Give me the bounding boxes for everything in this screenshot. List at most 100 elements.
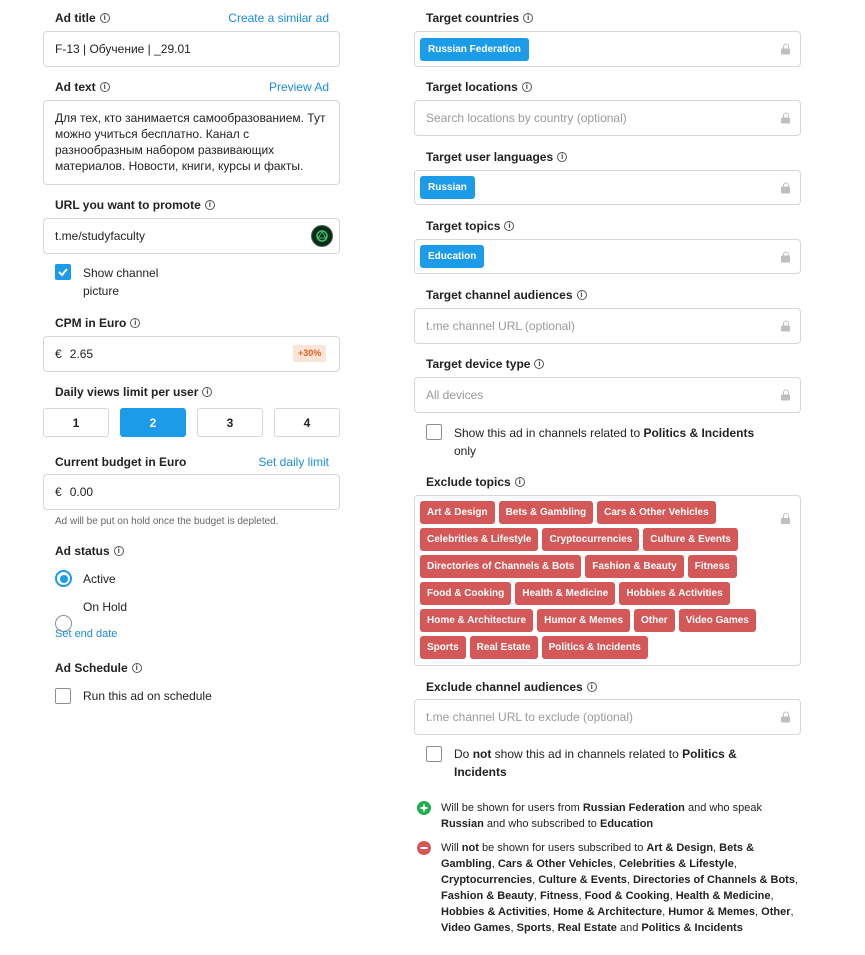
exclude-chip[interactable]: Cryptocurrencies <box>542 528 640 551</box>
exclude-chip[interactable]: Sports <box>420 636 466 659</box>
info-icon[interactable]: i <box>514 477 525 487</box>
exclude-chip[interactable]: Bets & Gambling <box>498 501 594 524</box>
target-languages-field[interactable]: Russian <box>414 170 801 205</box>
set-end-date-link[interactable]: Set end date <box>55 628 117 640</box>
cpm-badge: +30% <box>293 345 327 362</box>
info-icon[interactable]: i <box>523 13 534 23</box>
lock-icon <box>781 389 790 401</box>
lock-icon <box>781 711 790 723</box>
lock-icon <box>781 112 790 124</box>
exclude-chip[interactable]: Hobbies & Activities <box>619 582 730 605</box>
exclude-chip[interactable]: Food & Cooking <box>420 582 512 605</box>
info-icon[interactable]: i <box>204 200 215 210</box>
exclude-chip[interactable]: Fitness <box>687 555 737 578</box>
daily-views-option-4[interactable]: 4 <box>274 408 340 437</box>
info-icon[interactable]: i <box>131 663 142 673</box>
euro-symbol: € <box>55 347 62 361</box>
url-label: URL you want to promote i <box>55 198 215 212</box>
url-input[interactable]: t.me/studyfaculty <box>43 218 340 254</box>
budget-note: Ad will be put on hold once the budget i… <box>55 516 279 527</box>
exclude-chip[interactable]: Culture & Events <box>643 528 738 551</box>
exclude-chip[interactable]: Art & Design <box>420 501 495 524</box>
lock-icon <box>781 43 790 55</box>
not-politics-label: Do not show this ad in channels related … <box>454 747 737 779</box>
info-icon[interactable]: i <box>202 387 213 397</box>
target-topics-field[interactable]: Education <box>414 239 801 274</box>
device-type-select[interactable]: All devices <box>414 377 801 413</box>
summary-positive: Will be shown for users from Russian Fed… <box>441 802 762 830</box>
exclude-chip[interactable]: Other <box>634 609 675 632</box>
exclude-chip[interactable]: Cars & Other Vehicles <box>597 501 716 524</box>
exclude-topics-label: Exclude topics i <box>426 475 525 489</box>
exclude-topics-field[interactable]: Art & Design Bets & Gambling Cars & Othe… <box>414 495 801 666</box>
minus-icon <box>417 841 431 855</box>
target-audiences-label: Target channel audiences i <box>426 288 587 302</box>
politics-only-label: Show this ad in channels related to Poli… <box>454 426 755 458</box>
cpm-label: CPM in Euro i <box>55 316 141 330</box>
lock-icon <box>781 320 790 332</box>
info-icon[interactable]: i <box>99 13 110 23</box>
plus-icon <box>417 801 431 815</box>
exclude-topics-chips: Art & Design Bets & Gambling Cars & Othe… <box>420 501 772 663</box>
chip-russian[interactable]: Russian <box>420 176 475 199</box>
chip-russian-federation[interactable]: Russian Federation <box>420 37 529 61</box>
euro-symbol: € <box>55 485 62 499</box>
target-locations-input[interactable]: Search locations by country (optional) <box>414 100 801 136</box>
channel-avatar <box>311 225 333 247</box>
politics-only-checkbox[interactable] <box>426 424 442 440</box>
exclude-chip[interactable]: Politics & Incidents <box>541 636 648 659</box>
daily-views-label: Daily views limit per user i <box>55 385 213 399</box>
ad-schedule-label: Ad Schedule i <box>55 661 142 675</box>
budget-input[interactable]: € 0.00 <box>43 474 340 510</box>
chip-education[interactable]: Education <box>420 245 485 268</box>
info-icon[interactable]: i <box>99 82 110 92</box>
status-active-label: Active <box>83 572 116 586</box>
device-type-label: Target device type i <box>426 357 545 371</box>
info-icon[interactable]: i <box>113 546 124 556</box>
exclude-chip[interactable]: Health & Medicine <box>515 582 616 605</box>
daily-views-option-1[interactable]: 1 <box>43 408 109 437</box>
ad-text-input[interactable]: Для тех, кто занимается самообразованием… <box>43 100 340 185</box>
schedule-checkbox-label: Run this ad on schedule <box>83 689 212 703</box>
exclude-chip[interactable]: Video Games <box>678 609 756 632</box>
status-onhold-label: On Hold <box>83 600 128 614</box>
info-icon[interactable]: i <box>504 221 515 231</box>
daily-views-option-3[interactable]: 3 <box>197 408 263 437</box>
exclude-audiences-label: Exclude channel audiences i <box>426 680 597 694</box>
exclude-chip[interactable]: Celebrities & Lifestyle <box>420 528 539 551</box>
exclude-chip[interactable]: Humor & Memes <box>537 609 631 632</box>
daily-views-option-2[interactable]: 2 <box>120 408 186 437</box>
check-icon <box>58 268 68 277</box>
target-languages-label: Target user languages i <box>426 150 568 164</box>
budget-label: Current budget in Euro <box>55 455 187 469</box>
ad-title-input[interactable]: F-13 | Обучение | _29.01 <box>43 31 340 67</box>
lock-icon <box>781 513 790 524</box>
exclude-chip[interactable]: Home & Architecture <box>420 609 534 632</box>
not-politics-checkbox[interactable] <box>426 746 442 762</box>
show-picture-label: Show channel picture <box>83 266 159 298</box>
target-countries-label: Target countries i <box>426 11 534 25</box>
info-icon[interactable]: i <box>557 152 568 162</box>
show-picture-checkbox[interactable] <box>55 264 71 280</box>
schedule-checkbox[interactable] <box>55 688 71 704</box>
status-active-radio[interactable] <box>55 570 72 587</box>
info-icon[interactable]: i <box>521 82 532 92</box>
preview-ad-link[interactable]: Preview Ad <box>269 80 329 94</box>
summary-negative: Will not be shown for users subscribed t… <box>441 842 799 934</box>
target-audiences-input[interactable]: t.me channel URL (optional) <box>414 308 801 344</box>
info-icon[interactable]: i <box>576 290 587 300</box>
exclude-chip[interactable]: Real Estate <box>469 636 538 659</box>
info-icon[interactable]: i <box>586 682 597 692</box>
target-topics-label: Target topics i <box>426 219 515 233</box>
exclude-audiences-input[interactable]: t.me channel URL to exclude (optional) <box>414 699 801 735</box>
target-countries-field[interactable]: Russian Federation <box>414 31 801 67</box>
create-similar-ad-link[interactable]: Create a similar ad <box>228 11 329 25</box>
info-icon[interactable]: i <box>130 318 141 328</box>
set-daily-limit-link[interactable]: Set daily limit <box>258 455 329 469</box>
ad-text-label: Ad text i <box>55 80 110 94</box>
lock-icon <box>781 251 790 262</box>
exclude-chip[interactable]: Directories of Channels & Bots <box>420 555 582 578</box>
target-locations-label: Target locations i <box>426 80 532 94</box>
info-icon[interactable]: i <box>534 359 545 369</box>
exclude-chip[interactable]: Fashion & Beauty <box>585 555 684 578</box>
